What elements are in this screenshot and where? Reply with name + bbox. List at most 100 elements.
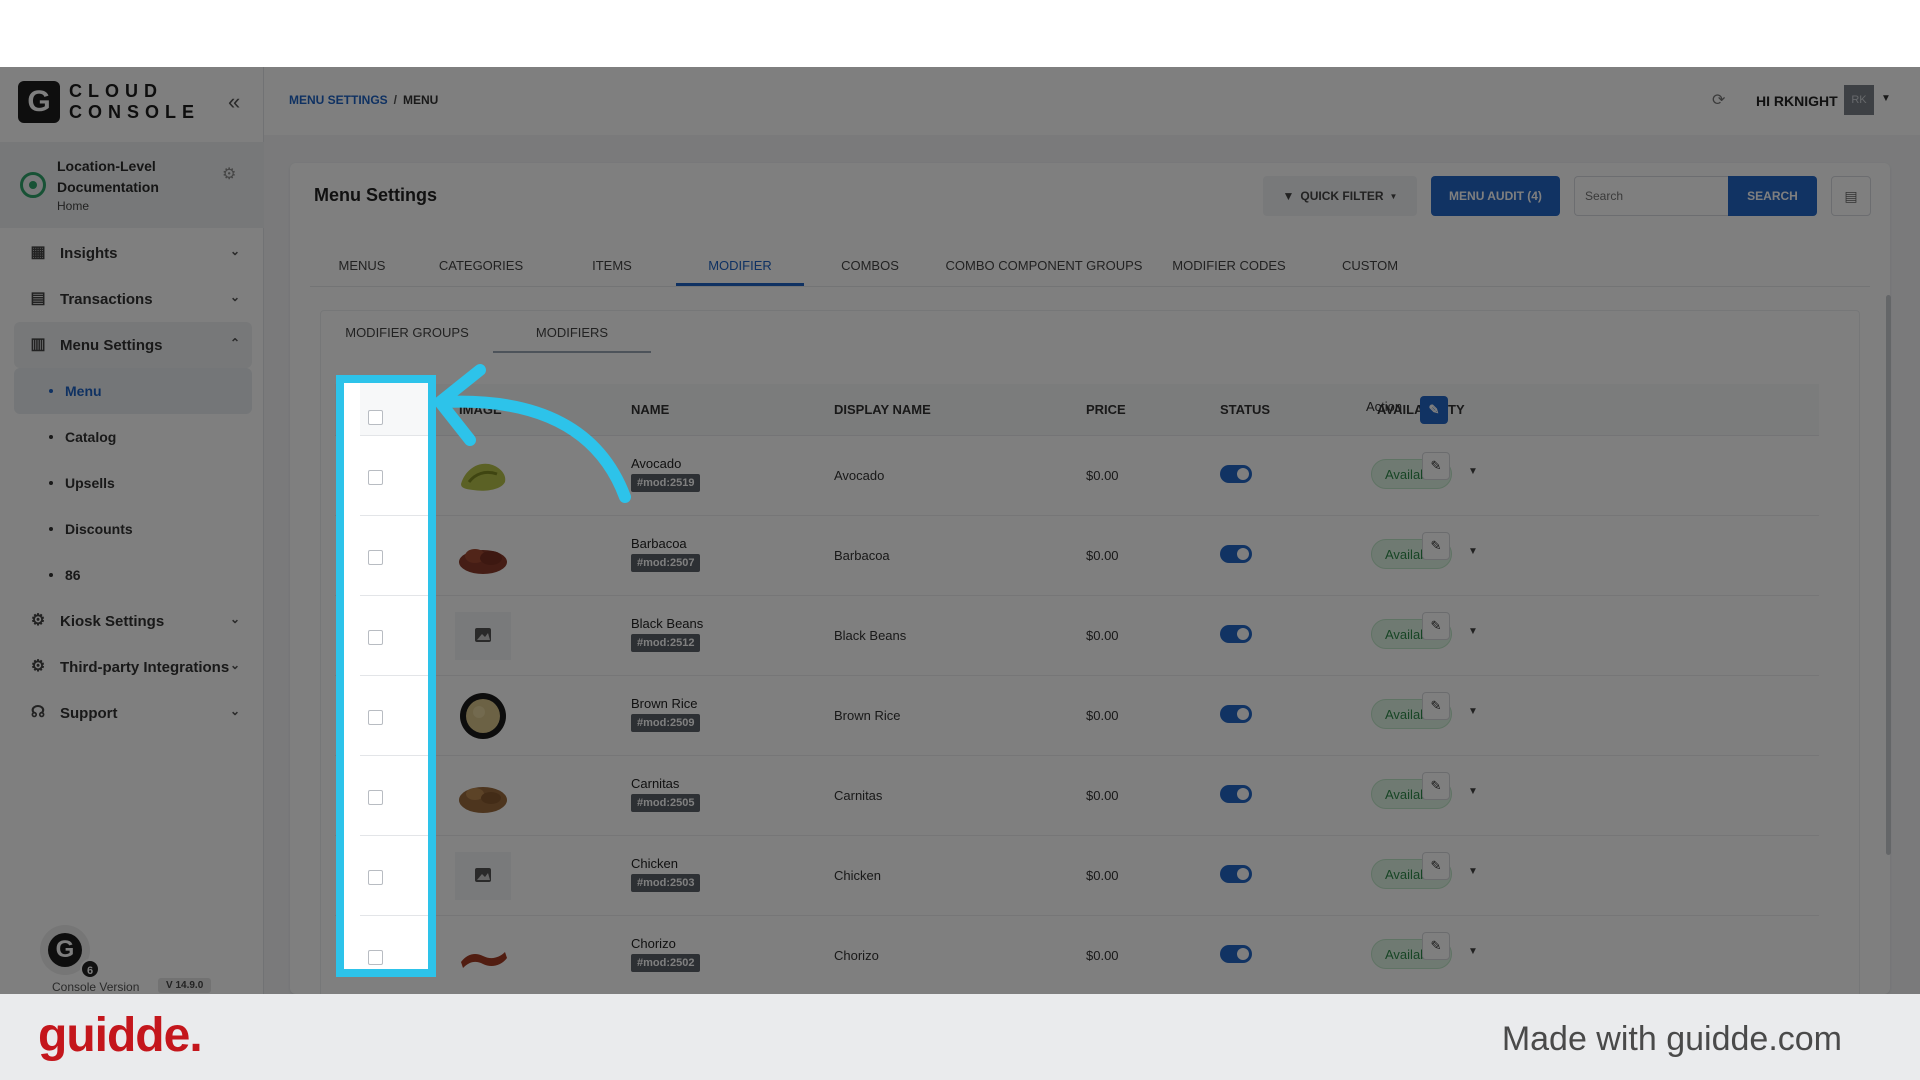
sub-tabs: MODIFIER GROUPS MODIFIERS — [321, 311, 651, 353]
caret-down-icon[interactable]: ▼ — [1881, 93, 1891, 104]
status-toggle[interactable] — [1220, 625, 1252, 643]
modifier-name[interactable]: Barbacoa — [631, 536, 700, 551]
modifier-name-cell: Chorizo #mod:2502 — [631, 936, 701, 972]
tab-modifier-codes[interactable]: MODIFIER CODES — [1152, 245, 1306, 285]
location-subtitle: Home — [57, 199, 90, 213]
highlight-row-checkbox[interactable] — [368, 710, 383, 725]
tab-combos[interactable]: COMBOS — [804, 245, 936, 285]
user-greeting[interactable]: HI RKNIGHT — [1756, 93, 1838, 109]
status-toggle[interactable] — [1220, 705, 1252, 723]
logo[interactable]: G CLOUD CONSOLE « — [18, 81, 248, 127]
modifier-name[interactable]: Chicken — [631, 856, 700, 871]
caret-down-icon[interactable]: ▼ — [1468, 786, 1478, 797]
highlight-row-checkbox[interactable] — [368, 470, 383, 485]
quick-filter-button[interactable]: ▼ QUICK FILTER ▼ — [1263, 176, 1417, 216]
column-header-action: Action — [1366, 399, 1403, 414]
status-toggle[interactable] — [1220, 945, 1252, 963]
collapse-sidebar-icon[interactable]: « — [228, 91, 250, 113]
refresh-icon[interactable]: ⟳ — [1712, 90, 1725, 110]
modifier-code-badge: #mod:2502 — [631, 954, 701, 972]
menu-audit-button[interactable]: MENU AUDIT (4) — [1431, 176, 1560, 216]
tab-menus[interactable]: MENUS — [310, 245, 414, 285]
edit-pencil-icon[interactable]: ✎ — [1422, 532, 1450, 560]
export-document-icon[interactable]: ▤ — [1831, 176, 1871, 216]
bulk-edit-icon[interactable]: ✎ — [1420, 396, 1448, 424]
user-avatar[interactable]: RK — [1844, 85, 1874, 115]
carnitas-thumbnail — [459, 787, 507, 813]
caret-down-icon[interactable]: ▼ — [1468, 866, 1478, 877]
edit-pencil-icon[interactable]: ✎ — [1422, 612, 1450, 640]
top-header: MENU SETTINGS / MENU ⟳ HI RKNIGHT RK ▼ — [264, 67, 1920, 135]
notification-badge: 6 — [80, 959, 100, 979]
edit-pencil-icon[interactable]: ✎ — [1422, 932, 1450, 960]
highlight-row-checkbox[interactable] — [368, 950, 383, 965]
sidebar-subitem-menu[interactable]: Menu — [14, 368, 252, 414]
highlight-row-checkbox[interactable] — [368, 630, 383, 645]
sidebar-item-third-party[interactable]: ⚙ Third-party Integrations ⌄ — [14, 644, 252, 690]
caret-down-icon[interactable]: ▼ — [1468, 466, 1478, 477]
status-toggle[interactable] — [1220, 865, 1252, 883]
location-title: Location-Level Documentation — [57, 158, 159, 195]
bullet-icon — [49, 435, 53, 439]
tab-modifier[interactable]: MODIFIER — [676, 245, 804, 286]
subtab-modifier-groups[interactable]: MODIFIER GROUPS — [321, 311, 493, 353]
sidebar-subitem-catalog[interactable]: Catalog — [14, 414, 252, 460]
logo-line-2: CONSOLE — [69, 102, 201, 122]
column-header-display-name[interactable]: DISPLAY NAME — [834, 402, 931, 417]
vertical-scrollbar[interactable] — [1886, 295, 1891, 855]
logo-text: CLOUD CONSOLE — [69, 81, 201, 123]
tab-custom[interactable]: CUSTOM — [1306, 245, 1434, 285]
highlight-row-checkbox[interactable] — [368, 550, 383, 565]
app-window: G CLOUD CONSOLE « Location-Level Documen… — [0, 67, 1920, 994]
highlight-row-checkbox[interactable] — [368, 870, 383, 885]
status-toggle[interactable] — [1220, 785, 1252, 803]
image-placeholder-icon — [455, 852, 511, 900]
caret-down-icon[interactable]: ▼ — [1468, 626, 1478, 637]
caret-down-icon[interactable]: ▼ — [1468, 706, 1478, 717]
tab-combo-component-groups[interactable]: COMBO COMPONENT GROUPS — [936, 245, 1152, 285]
caret-down-icon: ▼ — [1389, 191, 1398, 201]
modifier-name[interactable]: Avocado — [631, 456, 700, 471]
subtab-modifiers[interactable]: MODIFIERS — [493, 311, 651, 353]
assistant-avatar[interactable]: G 6 — [40, 925, 100, 979]
modifier-name-cell: Carnitas #mod:2505 — [631, 776, 701, 812]
sidebar-subitem-upsells[interactable]: Upsells — [14, 460, 252, 506]
sidebar-subitem-86[interactable]: 86 — [14, 552, 252, 598]
caret-down-icon[interactable]: ▼ — [1468, 946, 1478, 957]
avocado-thumbnail — [461, 463, 506, 491]
location-gear-icon[interactable]: ⚙ — [222, 164, 236, 184]
search-input[interactable] — [1574, 176, 1729, 216]
highlight-select-all-checkbox[interactable] — [368, 410, 383, 425]
tab-categories[interactable]: CATEGORIES — [414, 245, 548, 285]
modifier-name[interactable]: Black Beans — [631, 616, 703, 631]
sidebar-item-kiosk-settings[interactable]: ⚙ Kiosk Settings ⌄ — [14, 598, 252, 644]
edit-pencil-icon[interactable]: ✎ — [1422, 692, 1450, 720]
quick-filter-label: QUICK FILTER — [1300, 189, 1384, 203]
sidebar-subitem-discounts[interactable]: Discounts — [14, 506, 252, 552]
caret-down-icon[interactable]: ▼ — [1468, 546, 1478, 557]
location-selector[interactable]: Location-Level Documentation Home — [0, 142, 264, 228]
sidebar-item-transactions[interactable]: ▤ Transactions ⌄ — [14, 276, 252, 322]
table-row: Chorizo #mod:2502 Chorizo $0.00 Availabl… — [335, 916, 1819, 994]
column-header-price[interactable]: PRICE — [1086, 402, 1126, 417]
modifier-name[interactable]: Brown Rice — [631, 696, 700, 711]
modifier-name[interactable]: Chorizo — [631, 936, 700, 951]
highlight-header-cell — [360, 383, 428, 435]
sidebar-item-support[interactable]: ☊ Support ⌄ — [14, 690, 252, 736]
table-row: Brown Rice #mod:2509 Brown Rice $0.00 Av… — [335, 676, 1819, 756]
edit-pencil-icon[interactable]: ✎ — [1422, 452, 1450, 480]
edit-pencil-icon[interactable]: ✎ — [1422, 772, 1450, 800]
status-toggle[interactable] — [1220, 545, 1252, 563]
tab-items[interactable]: ITEMS — [548, 245, 676, 285]
table-row: Chicken #mod:2503 Chicken $0.00 Availabl… — [335, 836, 1819, 916]
sidebar-item-insights[interactable]: ▦ Insights ⌄ — [14, 230, 252, 276]
status-toggle[interactable] — [1220, 465, 1252, 483]
highlight-row-checkbox[interactable] — [368, 790, 383, 805]
edit-pencil-icon[interactable]: ✎ — [1422, 852, 1450, 880]
column-header-name[interactable]: NAME — [631, 402, 669, 417]
modifier-name[interactable]: Carnitas — [631, 776, 700, 791]
sidebar-item-menu-settings[interactable]: ▥ Menu Settings ⌃ — [14, 322, 252, 368]
breadcrumb-link-menu-settings[interactable]: MENU SETTINGS — [289, 93, 388, 107]
search-button[interactable]: SEARCH — [1728, 176, 1817, 216]
column-header-status[interactable]: STATUS — [1220, 402, 1270, 417]
